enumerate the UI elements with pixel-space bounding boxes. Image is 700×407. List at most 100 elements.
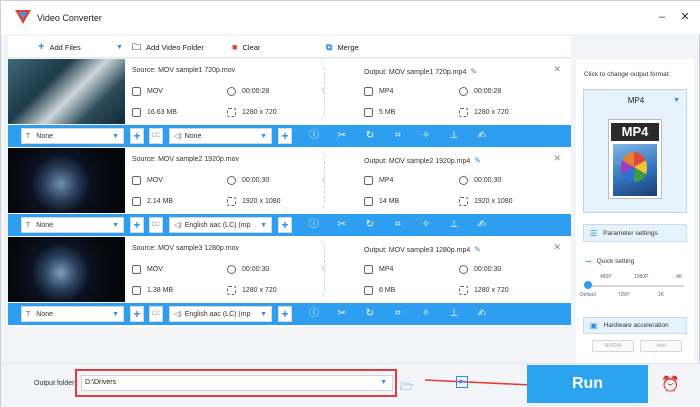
edit-bar: T None ▼ + CC ◁) English aac (LC) (mp ▼ + ⓘ …	[8, 214, 571, 236]
effects-wand-icon[interactable]: ✧	[419, 307, 433, 321]
crop-icon[interactable]: ⌗	[391, 307, 405, 321]
open-folder-icon[interactable]: 🗁	[400, 378, 414, 397]
output-format-selector[interactable]: MP4 ▼ MP4	[583, 89, 687, 213]
add-video-folder-button[interactable]: 🗀 Add Video Folder	[132, 41, 204, 53]
add-audio-button[interactable]: +	[278, 128, 292, 144]
clear-label: Clear	[242, 42, 261, 52]
info-icon[interactable]: ⓘ	[307, 218, 321, 232]
scissors-icon[interactable]: ✂	[335, 218, 349, 232]
alarm-clock-icon[interactable]: ⏰	[661, 375, 680, 393]
add-files-button[interactable]: + Add Files	[38, 41, 81, 53]
remove-file-icon[interactable]: ✕	[553, 64, 561, 75]
src-resolution: 1280 x 720	[227, 286, 277, 295]
info-icon[interactable]: ⓘ	[307, 307, 321, 321]
chevron-right-icon: ›	[321, 263, 325, 274]
tick-2k: 2K	[658, 292, 665, 298]
format-icon	[132, 176, 141, 185]
src-format: MOV	[132, 87, 163, 96]
cc-button[interactable]: CC	[149, 128, 163, 144]
remove-file-icon[interactable]: ✕	[553, 153, 561, 164]
format-hint: Click to change output format:	[584, 71, 671, 78]
rotate-icon[interactable]: ↻	[363, 129, 377, 143]
audio-select[interactable]: ◁) None ▼	[169, 128, 272, 144]
add-audio-button[interactable]: +	[278, 306, 292, 322]
rotate-icon[interactable]: ↻	[363, 307, 377, 321]
add-subtitle-button[interactable]: +	[130, 217, 144, 233]
edit-pen-icon[interactable]: ✎	[474, 245, 481, 254]
audio-select[interactable]: ◁) English aac (LC) (mp ▼	[169, 217, 272, 233]
source-info: Source: MOV sample1 720p.mov MOV 00:00:2…	[132, 59, 322, 124]
run-button[interactable]: Run	[527, 365, 648, 403]
rotate-icon[interactable]: ↻	[363, 218, 377, 232]
crop-icon[interactable]: ⌗	[391, 129, 405, 143]
subtitle-select[interactable]: T None ▼	[21, 217, 124, 233]
crop-icon[interactable]: ⌗	[391, 218, 405, 232]
output-info: Output: MOV sample2 1920p.mp4 ✎ MP4 00:00…	[364, 148, 554, 213]
source-name: Source: MOV sample1 720p.mov	[132, 67, 236, 74]
quality-slider-handle[interactable]	[584, 281, 592, 289]
caret-down-icon: ▼	[260, 311, 267, 318]
tick-480p: 480P	[600, 274, 612, 280]
audio-select[interactable]: ◁) English aac (LC) (mp ▼	[169, 306, 272, 322]
output-format-panel: Click to change output format: MP4 ▼ MP4…	[576, 59, 694, 363]
merge-button[interactable]: ⧉ Merge	[326, 41, 359, 53]
video-thumbnail[interactable]	[8, 148, 125, 213]
add-subtitle-button[interactable]: +	[130, 306, 144, 322]
video-thumbnail[interactable]	[8, 237, 125, 302]
edit-pen-icon[interactable]: ✎	[470, 67, 477, 76]
watermark-stamp-icon[interactable]: ⊥	[447, 129, 461, 143]
sliders-icon: ☰	[590, 228, 598, 238]
preview-icon[interactable]: ▶	[456, 376, 468, 388]
quality-slider-track[interactable]	[586, 285, 684, 287]
format-icon	[364, 87, 373, 96]
output-info: Output: MOV sample1 720p.mp4 ✎ MP4 00:00:…	[364, 59, 554, 124]
format-card-title: MP4	[611, 123, 659, 141]
trash-icon: ■	[232, 42, 238, 52]
file-size-icon	[132, 197, 141, 206]
parameter-settings-button[interactable]: ☰ Parameter settings	[583, 224, 687, 242]
watermark-stamp-icon[interactable]: ⊥	[447, 307, 461, 321]
edit-subtitle-icon[interactable]: ✍	[475, 218, 489, 232]
clear-button[interactable]: ■ Clear	[232, 41, 260, 53]
hardware-acceleration-button[interactable]: ▣ Hardware acceleration	[583, 317, 687, 334]
minimize-icon[interactable]: –	[655, 10, 669, 24]
edit-bar: T None ▼ + CC ◁) None ▼ + ⓘ ✂ ↻ ⌗ ✧ ⊥ ✍	[8, 125, 571, 147]
caret-down-icon: ▼	[112, 311, 119, 318]
info-icon[interactable]: ⓘ	[307, 129, 321, 143]
add-subtitle-button[interactable]: +	[130, 128, 144, 144]
subtitle-select[interactable]: T None ▼	[21, 128, 124, 144]
out-resolution: 1280 x 720	[459, 108, 509, 117]
scissors-icon[interactable]: ✂	[335, 129, 349, 143]
out-size: 6 MB	[364, 286, 395, 295]
edit-pen-icon[interactable]: ✎	[474, 156, 481, 165]
close-window-icon[interactable]: ✕	[678, 10, 692, 24]
file-size-icon	[364, 108, 373, 117]
edit-subtitle-icon[interactable]: ✍	[475, 129, 489, 143]
add-files-dropdown[interactable]: ▼	[116, 41, 123, 53]
format-icon	[132, 265, 141, 274]
file-size-icon	[132, 286, 141, 295]
caret-down-icon: ▼	[260, 222, 267, 229]
remove-file-icon[interactable]: ✕	[553, 242, 561, 253]
out-duration: 00:00:30	[459, 265, 501, 274]
caret-down-icon: ▼	[260, 133, 267, 140]
watermark-stamp-icon[interactable]: ⊥	[447, 218, 461, 232]
clock-icon	[459, 265, 468, 274]
add-audio-button[interactable]: +	[278, 217, 292, 233]
out-size: 5 MB	[364, 108, 395, 117]
caret-down-icon: ▼	[112, 133, 119, 140]
scissors-icon[interactable]: ✂	[335, 307, 349, 321]
video-thumbnail[interactable]	[8, 59, 125, 124]
subtitle-select[interactable]: T None ▼	[21, 306, 124, 322]
cc-button[interactable]: CC	[149, 306, 163, 322]
mp4-format-card[interactable]: MP4	[608, 119, 662, 199]
cc-button[interactable]: CC	[149, 217, 163, 233]
effects-wand-icon[interactable]: ✧	[419, 129, 433, 143]
chip-icon: ▣	[590, 321, 598, 330]
edit-subtitle-icon[interactable]: ✍	[475, 307, 489, 321]
effects-wand-icon[interactable]: ✧	[419, 218, 433, 232]
text-icon: T	[26, 132, 31, 140]
quick-setting-label: Quick setting	[596, 258, 635, 265]
output-folder-label: Output folder:	[34, 380, 77, 387]
clock-icon	[227, 176, 236, 185]
